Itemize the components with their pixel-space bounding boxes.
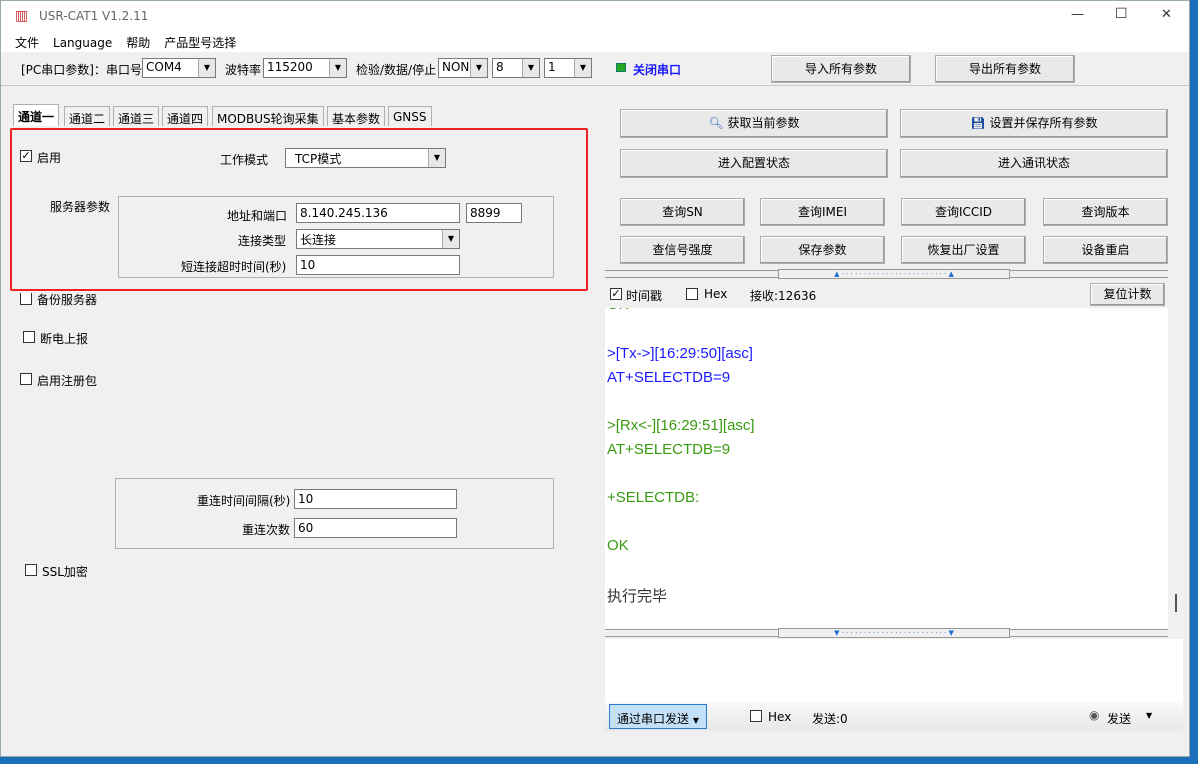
save-all-button[interactable]: 💾︎ 设置并保存所有参数	[900, 109, 1168, 138]
factory-reset-button[interactable]: 恢复出厂设置	[901, 236, 1026, 264]
log-line: +SELECTDB:	[607, 489, 700, 506]
menu-help[interactable]: 帮助	[126, 36, 150, 50]
reconnect-interval-label: 重连时间间隔(秒)	[197, 494, 291, 508]
backup-server-checkbox[interactable]	[20, 293, 32, 305]
export-params-button[interactable]: 导出所有参数	[935, 55, 1075, 83]
close-port-button[interactable]: 关闭串口	[633, 61, 681, 78]
tab-channel-3[interactable]: 通道三	[113, 106, 160, 126]
get-params-button[interactable]: 🔍︎ 获取当前参数	[620, 109, 888, 138]
send-input[interactable]	[605, 639, 1183, 703]
minimize-button[interactable]: —	[1071, 7, 1084, 22]
parity-select[interactable]: NONI ▼	[438, 58, 488, 78]
tab-channel-4[interactable]: 通道四	[162, 106, 209, 126]
close-button[interactable]: ✕	[1161, 7, 1172, 22]
backup-server-label: 备份服务器	[37, 293, 98, 307]
reset-count-button[interactable]: 复位计数	[1090, 283, 1165, 306]
log-line: >[Tx->][16:29:50][asc]	[607, 345, 753, 362]
tab-modbus[interactable]: MODBUS轮询采集	[212, 106, 324, 126]
app-logo-icon: ▥	[15, 8, 29, 24]
send-count: 发送:0	[812, 712, 848, 726]
timestamp-label: 时间戳	[626, 289, 663, 303]
query-version-button[interactable]: 查询版本	[1043, 198, 1168, 226]
import-params-button[interactable]: 导入所有参数	[771, 55, 911, 83]
reconnect-interval-input[interactable]: 10	[294, 489, 457, 509]
search-doc-icon: 🔍︎	[708, 116, 724, 130]
send-button[interactable]: 发送	[1107, 710, 1131, 727]
reg-packet-checkbox[interactable]	[20, 373, 32, 385]
tab-channel-1[interactable]: 通道一	[13, 104, 60, 126]
baud-select[interactable]: 115200 ▼	[263, 58, 347, 78]
query-imei-button[interactable]: 查询IMEI	[760, 198, 885, 226]
enter-comm-button[interactable]: 进入通讯状态	[900, 149, 1168, 178]
window-title: USR-CAT1 V1.2.11	[39, 9, 149, 23]
send-options-arrow-icon[interactable]: ▼	[1146, 711, 1152, 720]
port-status-icon	[616, 63, 626, 72]
menu-bar: 文件 Language 帮助 产品型号选择	[1, 31, 1189, 52]
save-icon: 💾︎	[970, 116, 986, 130]
port-select[interactable]: COM4 ▼	[142, 58, 216, 78]
reboot-button[interactable]: 设备重启	[1043, 236, 1168, 264]
app-window: ▥ USR-CAT1 V1.2.11 — ☐ ✕ 文件 Language 帮助 产品型…	[0, 0, 1190, 757]
log-scrollbar[interactable]	[1175, 594, 1177, 612]
log-line: OK	[607, 308, 629, 313]
reg-packet-label: 启用注册包	[37, 374, 98, 388]
timestamp-checkbox[interactable]: ✓	[610, 288, 622, 300]
log-line: AT+SELECTDB=9	[607, 369, 731, 386]
send-via-dropdown[interactable]: 通过串口发送 ▼	[609, 704, 707, 729]
enter-config-button[interactable]: 进入配置状态	[620, 149, 888, 178]
rx-hex-label: Hex	[704, 287, 728, 301]
tab-channel-2[interactable]: 通道二	[64, 106, 111, 126]
tab-basic-params[interactable]: 基本参数	[327, 106, 386, 126]
data-bits-select[interactable]: 8 ▼	[492, 58, 540, 78]
speaker-icon: ◉	[1089, 708, 1100, 722]
log-line: AT+SELECTDB=9	[607, 441, 731, 458]
title-bar: ▥ USR-CAT1 V1.2.11 — ☐ ✕	[1, 1, 1189, 31]
log-line: >[Rx<-][16:29:51][asc]	[607, 417, 755, 434]
parity-label: 检验/数据/停止	[356, 63, 437, 77]
query-signal-button[interactable]: 查信号强度	[620, 236, 745, 264]
log-line: 执行完毕	[607, 588, 668, 605]
tab-gnss[interactable]: GNSS	[388, 106, 432, 126]
query-sn-button[interactable]: 查询SN	[620, 198, 745, 226]
splitter-down-arrows-icon[interactable]: ▼ · · · · · · · · · · · · · · · · · · · …	[778, 628, 1010, 638]
baud-label: 波特率	[225, 63, 262, 77]
stop-bits-select[interactable]: 1 ▼	[544, 58, 592, 78]
splitter-up-arrows-icon[interactable]: ▲ · · · · · · · · · · · · · · · · · · · …	[778, 269, 1010, 279]
tx-hex-checkbox[interactable]	[750, 710, 762, 722]
maximize-button[interactable]: ☐	[1115, 6, 1128, 22]
ssl-checkbox[interactable]	[25, 564, 37, 576]
power-report-label: 断电上报	[40, 332, 89, 346]
reconnect-count-input[interactable]: 60	[294, 518, 457, 538]
log-line: OK	[607, 537, 629, 554]
receive-log[interactable]: OK >[Tx->][16:29:50][asc] AT+SELECTDB=9 …	[605, 308, 1168, 629]
menu-language[interactable]: Language	[53, 36, 112, 50]
query-iccid-button[interactable]: 查询ICCID	[901, 198, 1026, 226]
highlight-box	[10, 128, 588, 291]
tx-hex-label: Hex	[768, 710, 792, 724]
menu-model-select[interactable]: 产品型号选择	[164, 36, 236, 50]
rx-hex-checkbox[interactable]	[686, 288, 698, 300]
reconnect-count-label: 重连次数	[242, 523, 291, 537]
ssl-label: SSL加密	[42, 565, 88, 579]
save-params-button[interactable]: 保存参数	[760, 236, 885, 264]
receive-count: 接收:12636	[750, 289, 817, 303]
power-report-checkbox[interactable]	[23, 331, 35, 343]
pc-port-label: [PC串口参数]：串口号	[21, 63, 142, 77]
menu-file[interactable]: 文件	[15, 36, 39, 50]
